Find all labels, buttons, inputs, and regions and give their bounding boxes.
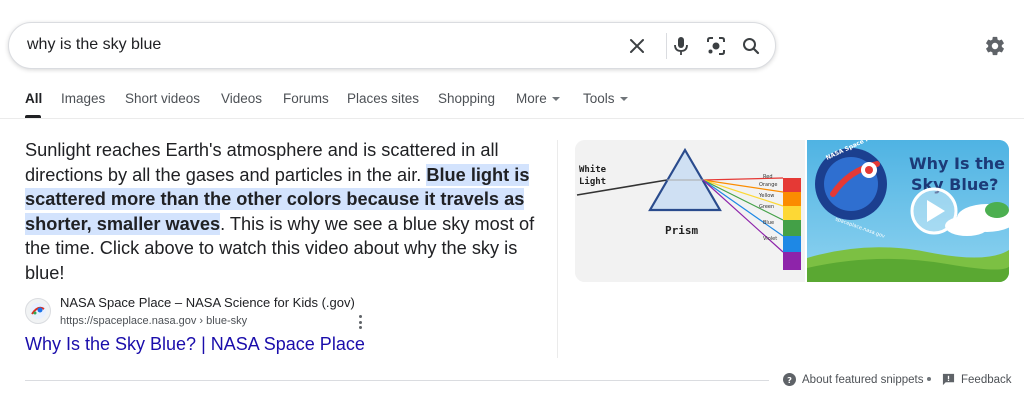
about-featured-snippets-link[interactable]: ? About featured snippets	[783, 373, 923, 386]
site-url: https://spaceplace.nasa.gov › blue-sky	[60, 315, 248, 327]
source-attribution[interactable]: NASA Space Place – NASA Science for Kids…	[25, 294, 365, 334]
clear-icon[interactable]	[625, 34, 649, 58]
feedback-label: Feedback	[961, 373, 1012, 386]
color-label-orange: Orange	[759, 182, 777, 188]
settings-gear-icon[interactable]	[982, 33, 1008, 59]
lens-icon[interactable]	[704, 34, 728, 58]
video-thumbnail-image[interactable]: NASA Space Place spaceplace.nasa.gov Why…	[807, 140, 1009, 282]
tab-all[interactable]: All	[25, 91, 42, 106]
microphone-icon[interactable]	[669, 34, 693, 58]
tab-forums[interactable]: Forums	[283, 91, 329, 106]
white-light-label-1: White	[579, 164, 607, 175]
video-title-line1: Why Is the	[909, 154, 1005, 173]
search-input[interactable]: why is the sky blue	[27, 36, 161, 54]
tab-more-label: More	[516, 91, 547, 106]
color-label-yellow: Yellow	[758, 193, 774, 199]
search-divider	[666, 33, 667, 59]
tab-more[interactable]: More	[516, 91, 560, 106]
featured-snippet-text: Sunlight reaches Earth's atmosphere and …	[25, 138, 540, 285]
color-label-green: Green	[759, 204, 774, 210]
tabs-divider	[0, 118, 1024, 119]
about-featured-snippets-label: About featured snippets	[802, 373, 924, 386]
color-label-violet: Violet	[763, 236, 777, 242]
site-name: NASA Space Place – NASA Science for Kids…	[60, 295, 355, 310]
prism-diagram-image[interactable]: White Light Prism Red Orange Yellow Gree…	[575, 140, 805, 282]
result-title-link[interactable]: Why Is the Sky Blue? | NASA Space Place	[25, 334, 365, 355]
color-label-red: Red	[763, 174, 773, 180]
search-box[interactable]: why is the sky blue	[8, 22, 776, 69]
search-tabs: All Images Short videos Videos Forums Pl…	[0, 88, 1024, 120]
tab-videos[interactable]: Videos	[221, 91, 262, 106]
feedback-flag-icon	[942, 373, 955, 386]
color-label-blue: Blue	[763, 220, 774, 226]
footer-divider	[25, 380, 769, 381]
more-options-icon[interactable]	[354, 313, 366, 331]
tab-shopping[interactable]: Shopping	[438, 91, 495, 106]
prism-label: Prism	[665, 224, 698, 237]
feedback-link[interactable]: Feedback	[942, 373, 1012, 386]
tab-short-videos[interactable]: Short videos	[125, 91, 200, 106]
tab-places-sites[interactable]: Places sites	[347, 91, 419, 106]
tab-images[interactable]: Images	[61, 91, 105, 106]
search-icon[interactable]	[739, 34, 763, 58]
footer-separator-dot	[927, 377, 931, 381]
column-divider	[557, 140, 558, 358]
help-circle-icon: ?	[783, 373, 796, 386]
tab-tools-label: Tools	[583, 91, 615, 106]
nasa-favicon-icon	[25, 298, 51, 324]
svg-text:?: ?	[787, 375, 792, 385]
tab-tools[interactable]: Tools	[583, 91, 628, 106]
chevron-down-icon	[551, 96, 560, 101]
chevron-down-icon	[619, 96, 628, 101]
white-light-label-2: Light	[579, 176, 606, 187]
